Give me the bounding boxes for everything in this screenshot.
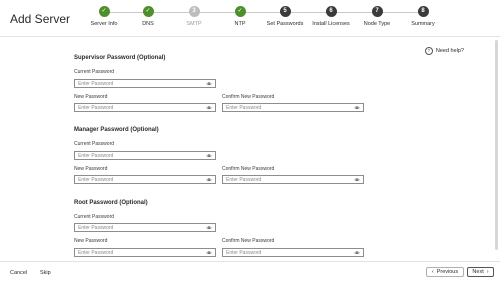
manager-new-password-input[interactable] [78,176,198,183]
chevron-right-icon: › [486,269,489,275]
root-current-password-field[interactable] [74,223,216,232]
manager-confirm-password-input[interactable] [226,176,346,183]
next-button[interactable]: Next › [467,267,494,277]
previous-label: Previous [436,269,459,275]
step-number: 5 [279,6,291,17]
root-confirm-password-input[interactable] [226,249,346,256]
supervisor-new-password-input[interactable] [78,104,198,111]
scrollbar[interactable] [495,40,498,250]
wizard-stepper: ✓ Server Info ✓ DNS 3 SMTP ✓ NTP 5 Set P… [0,0,500,36]
step-number: 3 [188,6,200,17]
eye-icon[interactable] [206,251,212,255]
footer: Cancel Skip ‹ Previous Next › [0,261,500,282]
need-help-link[interactable]: ? Need help? [424,47,464,55]
check-icon: ✓ [142,6,154,17]
new-password-label: New Password [74,238,108,244]
confirm-password-label: Confirm New Password [222,166,275,172]
eye-icon[interactable] [206,106,212,110]
new-password-label: New Password [74,166,108,172]
root-new-password-input[interactable] [78,249,198,256]
supervisor-confirm-password-field[interactable] [222,103,364,112]
next-label: Next [472,269,484,275]
root-new-password-field[interactable] [74,248,216,257]
current-password-label: Current Password [74,214,115,220]
step-number: 8 [417,6,429,17]
header: Add Server ✓ Server Info ✓ DNS 3 SMTP ✓ … [0,0,500,37]
skip-button[interactable]: Skip [40,270,51,276]
cancel-button[interactable]: Cancel [10,270,27,276]
step-number: 6 [325,6,337,17]
eye-icon[interactable] [206,178,212,182]
eye-icon[interactable] [354,106,360,110]
current-password-label: Current Password [74,69,115,75]
manager-confirm-password-field[interactable] [222,175,364,184]
root-confirm-password-field[interactable] [222,248,364,257]
supervisor-current-password-field[interactable] [74,79,216,88]
check-icon: ✓ [98,6,110,17]
supervisor-confirm-password-input[interactable] [226,104,346,111]
eye-icon[interactable] [354,178,360,182]
step-summary[interactable]: 8 Summary [393,6,453,27]
section-title-root: Root Password (Optional) [74,200,148,206]
manager-new-password-field[interactable] [74,175,216,184]
root-current-password-input[interactable] [78,224,198,231]
eye-icon[interactable] [206,226,212,230]
supervisor-new-password-field[interactable] [74,103,216,112]
supervisor-current-password-input[interactable] [78,80,198,87]
eye-icon[interactable] [354,251,360,255]
eye-icon[interactable] [206,82,212,86]
manager-current-password-input[interactable] [78,152,198,159]
section-title-supervisor: Supervisor Password (Optional) [74,55,166,61]
confirm-password-label: Confirm New Password [222,94,275,100]
new-password-label: New Password [74,94,108,100]
need-help-label: Need help? [435,48,464,54]
previous-button[interactable]: ‹ Previous [426,267,464,277]
check-icon: ✓ [234,6,246,17]
step-label: Summary [411,21,435,27]
confirm-password-label: Confirm New Password [222,238,275,244]
help-icon: ? [424,47,433,55]
eye-icon[interactable] [206,154,212,158]
manager-current-password-field[interactable] [74,151,216,160]
step-number: 7 [371,6,383,17]
current-password-label: Current Password [74,141,115,147]
section-title-manager: Manager Password (Optional) [74,127,159,133]
chevron-left-icon: ‹ [431,269,434,275]
